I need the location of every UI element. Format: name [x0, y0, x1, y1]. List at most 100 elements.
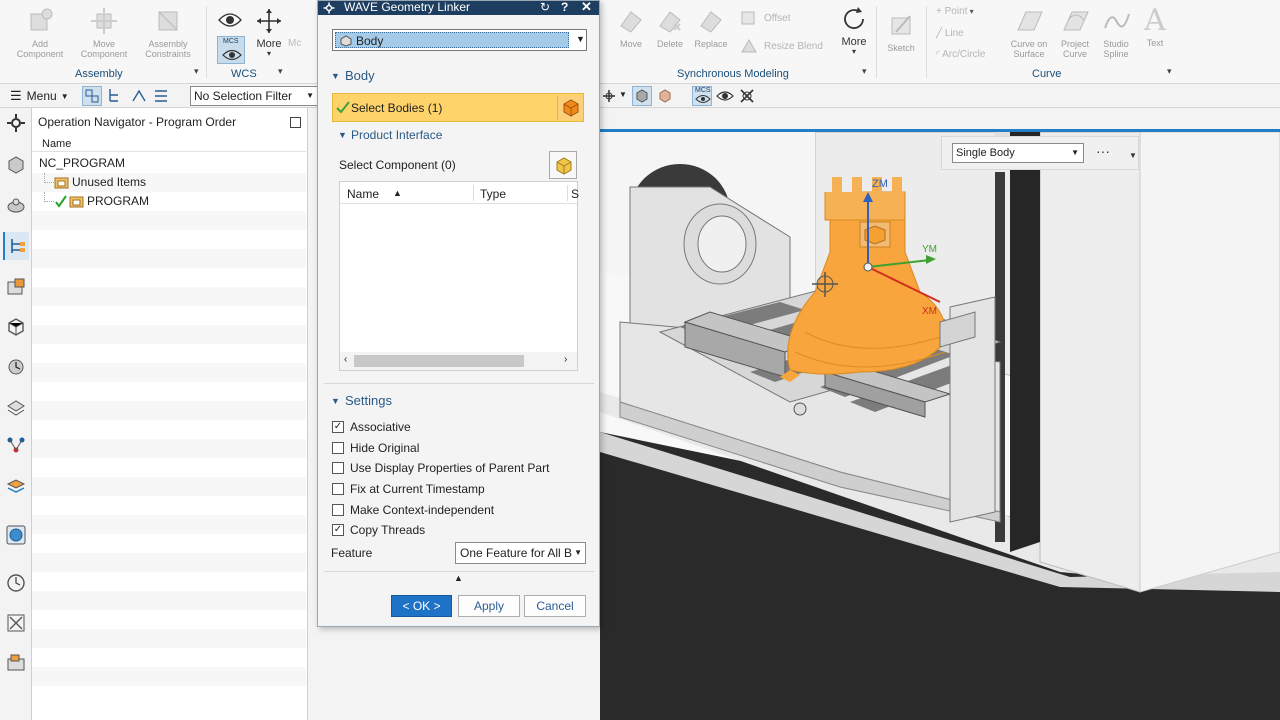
select-body-button[interactable]	[557, 96, 583, 120]
text-button[interactable]: A Text	[1138, 4, 1172, 49]
type-dropdown[interactable]: Body ▼	[332, 29, 587, 51]
add-component-button[interactable]: Add Component	[12, 6, 68, 59]
body-collapse-icon[interactable]: ▼	[331, 71, 340, 81]
tree-row-program[interactable]: PROGRAM	[32, 192, 306, 211]
settings-section-title[interactable]: Settings	[345, 393, 392, 408]
checkbox-box[interactable]: ✓	[332, 524, 344, 536]
select-bodies-row[interactable]: Select Bodies (1)	[332, 93, 584, 122]
list-icon[interactable]	[152, 87, 170, 105]
wcs-display-icon[interactable]	[217, 8, 243, 32]
curve-group-chevron-icon[interactable]: ▾	[1167, 66, 1172, 77]
wcs-group-chevron-icon[interactable]: ▾	[278, 66, 283, 77]
checkbox-box[interactable]	[332, 442, 344, 454]
tree-hierarchy-icon[interactable]	[106, 87, 124, 105]
mcs-toggle-button[interactable]: MCS	[692, 86, 712, 106]
reset-icon[interactable]: ↻	[540, 0, 550, 14]
column-name-header[interactable]: Name	[347, 187, 379, 201]
point-button[interactable]: + Point ▾	[936, 6, 974, 17]
scrollbar-thumb[interactable]	[354, 355, 524, 367]
section-divider	[324, 571, 594, 572]
resize-blend-button[interactable]: Resize Blend	[740, 38, 823, 54]
associative-checkbox[interactable]: ✓ Associative	[332, 419, 411, 435]
ok-button[interactable]: < OK >	[391, 595, 452, 617]
cube-color-icon[interactable]	[656, 87, 674, 105]
menu-button[interactable]: ☰ Menu ▼	[10, 88, 69, 104]
operation-navigator-tab[interactable]	[3, 232, 29, 260]
line-button[interactable]: ╱ Line	[936, 28, 964, 39]
tree-row-nc-program[interactable]: NC_PROGRAM	[32, 154, 306, 173]
project-curve-button[interactable]: Project Curve	[1054, 6, 1096, 59]
component-table[interactable]: Name ▲ Type S ‹ ›	[339, 181, 579, 371]
studio-spline-button[interactable]: Studio Spline	[1096, 6, 1136, 59]
product-interface-title[interactable]: Product Interface	[351, 128, 442, 142]
offset-button[interactable]: Offset	[740, 10, 791, 26]
scroll-right-icon[interactable]: ›	[564, 354, 567, 365]
body-filter-dropdown[interactable]: Single Body ▼	[952, 143, 1084, 163]
selection-filter-dropdown[interactable]: No Selection Filter ▼	[190, 86, 318, 106]
gear-icon[interactable]	[5, 112, 27, 134]
roles-icon[interactable]	[5, 316, 27, 338]
collapse-up-icon[interactable]: ▲	[454, 573, 463, 583]
network-icon[interactable]	[5, 434, 27, 456]
arc-circle-button[interactable]: ◜ Arc/Circle	[936, 49, 985, 60]
shaded-view-button[interactable]	[632, 86, 652, 106]
select-component-button[interactable]	[549, 151, 577, 179]
hide-original-checkbox[interactable]: Hide Original	[332, 440, 419, 456]
snap-chevron-icon[interactable]: ▼	[619, 90, 627, 99]
select-type-button[interactable]	[82, 86, 102, 106]
context-independent-checkbox[interactable]: Make Context-independent	[332, 502, 494, 518]
feature-dropdown[interactable]: One Feature for All Bo ▼	[455, 542, 586, 564]
web-browser-icon[interactable]	[5, 524, 27, 546]
wcs-more-button[interactable]: More ▾	[252, 6, 286, 59]
assembly-group-chevron-icon[interactable]: ▾	[194, 66, 199, 77]
assembly-constraints-button[interactable]: Assembly Constraints	[140, 6, 196, 59]
apply-button[interactable]: Apply	[458, 595, 520, 617]
reuse-library-icon[interactable]	[5, 396, 27, 418]
settings-collapse-icon[interactable]: ▼	[331, 396, 340, 406]
fix-timestamp-checkbox[interactable]: Fix at Current Timestamp	[332, 481, 485, 497]
wcs-orient-button[interactable]: MCS	[217, 36, 245, 64]
tools-icon[interactable]	[5, 612, 27, 634]
checkbox-box[interactable]	[332, 483, 344, 495]
sync-group-chevron-icon[interactable]: ▾	[862, 66, 867, 77]
close-icon[interactable]: ✕	[581, 0, 592, 15]
checkbox-box[interactable]: ✓	[332, 421, 344, 433]
tree-row-unused-items[interactable]: Unused Items	[32, 173, 306, 192]
checkbox-box[interactable]	[332, 504, 344, 516]
overlay-chevron-icon[interactable]: ▼	[1129, 151, 1137, 160]
machine-tool-navigator-icon[interactable]	[5, 276, 27, 298]
part-navigator-icon[interactable]	[5, 194, 27, 216]
move-component-button[interactable]: Move Component	[76, 6, 132, 59]
process-icon[interactable]	[5, 652, 27, 674]
help-icon[interactable]: ?	[561, 0, 568, 14]
graphics-viewport[interactable]: ZM YM XM Single Body ▼ ··· ▼	[600, 132, 1280, 720]
move-face-button[interactable]: Move	[612, 6, 650, 49]
curve-on-surface-button[interactable]: Curve on Surface	[1004, 6, 1054, 59]
sync-more-button[interactable]: More ▾	[836, 4, 872, 57]
cancel-button[interactable]: Cancel	[524, 595, 586, 617]
upper-level-icon[interactable]	[130, 87, 148, 105]
layer-icon[interactable]	[5, 474, 27, 496]
dialog-title-bar[interactable]: WAVE Geometry Linker ↻ ? ✕	[318, 0, 599, 15]
assembly-navigator-icon[interactable]	[5, 154, 27, 176]
product-interface-collapse-icon[interactable]: ▼	[338, 130, 347, 140]
column-type-header[interactable]: Type	[480, 187, 506, 201]
hide-icon[interactable]	[738, 87, 756, 105]
column-header[interactable]: Name	[32, 138, 306, 152]
column-s-header[interactable]: S	[571, 187, 579, 201]
sketch-button[interactable]: Sketch	[882, 10, 920, 53]
scroll-left-icon[interactable]: ‹	[344, 354, 347, 365]
copy-threads-checkbox[interactable]: ✓ Copy Threads	[332, 522, 425, 538]
clock-icon[interactable]	[5, 572, 27, 594]
show-eye-icon[interactable]	[716, 88, 734, 104]
maximize-icon[interactable]	[290, 117, 301, 128]
more-options-button[interactable]: ···	[1096, 143, 1110, 159]
use-display-properties-checkbox[interactable]: Use Display Properties of Parent Part	[332, 460, 549, 476]
delete-face-button[interactable]: Delete	[650, 6, 690, 49]
horizontal-scrollbar[interactable]: ‹ ›	[340, 352, 577, 370]
checkbox-box[interactable]	[332, 462, 344, 474]
history-tool-icon[interactable]	[5, 356, 27, 378]
snap-point-icon[interactable]	[602, 89, 616, 103]
replace-face-button[interactable]: Replace	[690, 6, 732, 49]
body-section-title[interactable]: Body	[345, 68, 375, 83]
